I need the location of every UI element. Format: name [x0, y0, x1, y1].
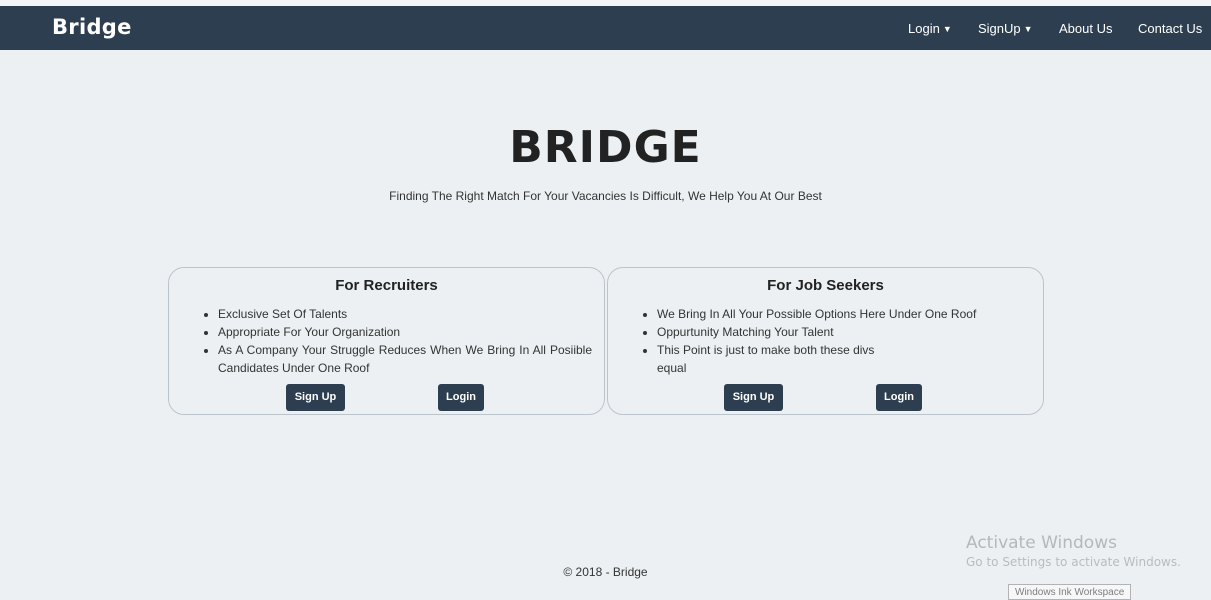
- list-item: Exclusive Set Of Talents: [218, 305, 592, 323]
- hero-title: BRIDGE: [509, 122, 702, 173]
- list-item: This Point is just to make both these di…: [657, 341, 877, 377]
- card-title: For Recruiters: [335, 277, 438, 294]
- nav-signup-dropdown[interactable]: SignUp ▼: [978, 21, 1033, 36]
- list-item: As A Company Your Struggle Reduces When …: [218, 341, 592, 377]
- list-item: We Bring In All Your Possible Options He…: [657, 305, 1031, 323]
- feature-list: Exclusive Set Of Talents Appropriate For…: [169, 305, 606, 377]
- job-seekers-card: For Job Seekers We Bring In All Your Pos…: [607, 267, 1044, 415]
- nav-about-us[interactable]: About Us: [1059, 21, 1112, 36]
- feature-list: We Bring In All Your Possible Options He…: [608, 305, 1045, 377]
- nav-login-label: Login: [908, 21, 940, 36]
- recruiters-card: For Recruiters Exclusive Set Of Talents …: [168, 267, 605, 415]
- activate-windows-title: Activate Windows: [966, 533, 1117, 553]
- recruiter-signup-button[interactable]: Sign Up: [286, 384, 345, 411]
- caret-down-icon: ▼: [1023, 24, 1033, 34]
- caret-down-icon: ▼: [942, 24, 952, 34]
- jobseeker-login-button[interactable]: Login: [876, 384, 922, 411]
- jobseeker-signup-button[interactable]: Sign Up: [724, 384, 783, 411]
- nav-login-dropdown[interactable]: Login ▼: [908, 21, 952, 36]
- list-item: Appropriate For Your Organization: [218, 323, 592, 341]
- nav-contact-us[interactable]: Contact Us: [1138, 21, 1202, 36]
- navbar: Bridge Login ▼ SignUp ▼ About Us Contact U…: [0, 6, 1211, 50]
- nav-signup-label: SignUp: [978, 21, 1021, 36]
- activate-windows-subtitle: Go to Settings to activate Windows.: [966, 555, 1181, 569]
- recruiter-login-button[interactable]: Login: [438, 384, 484, 411]
- brand-logo[interactable]: Bridge: [52, 15, 132, 39]
- list-item: Oppurtunity Matching Your Talent: [657, 323, 1031, 341]
- hero-subtitle: Finding The Right Match For Your Vacanci…: [389, 189, 822, 203]
- windows-ink-workspace-tooltip: Windows Ink Workspace: [1008, 584, 1132, 600]
- card-title: For Job Seekers: [767, 277, 884, 294]
